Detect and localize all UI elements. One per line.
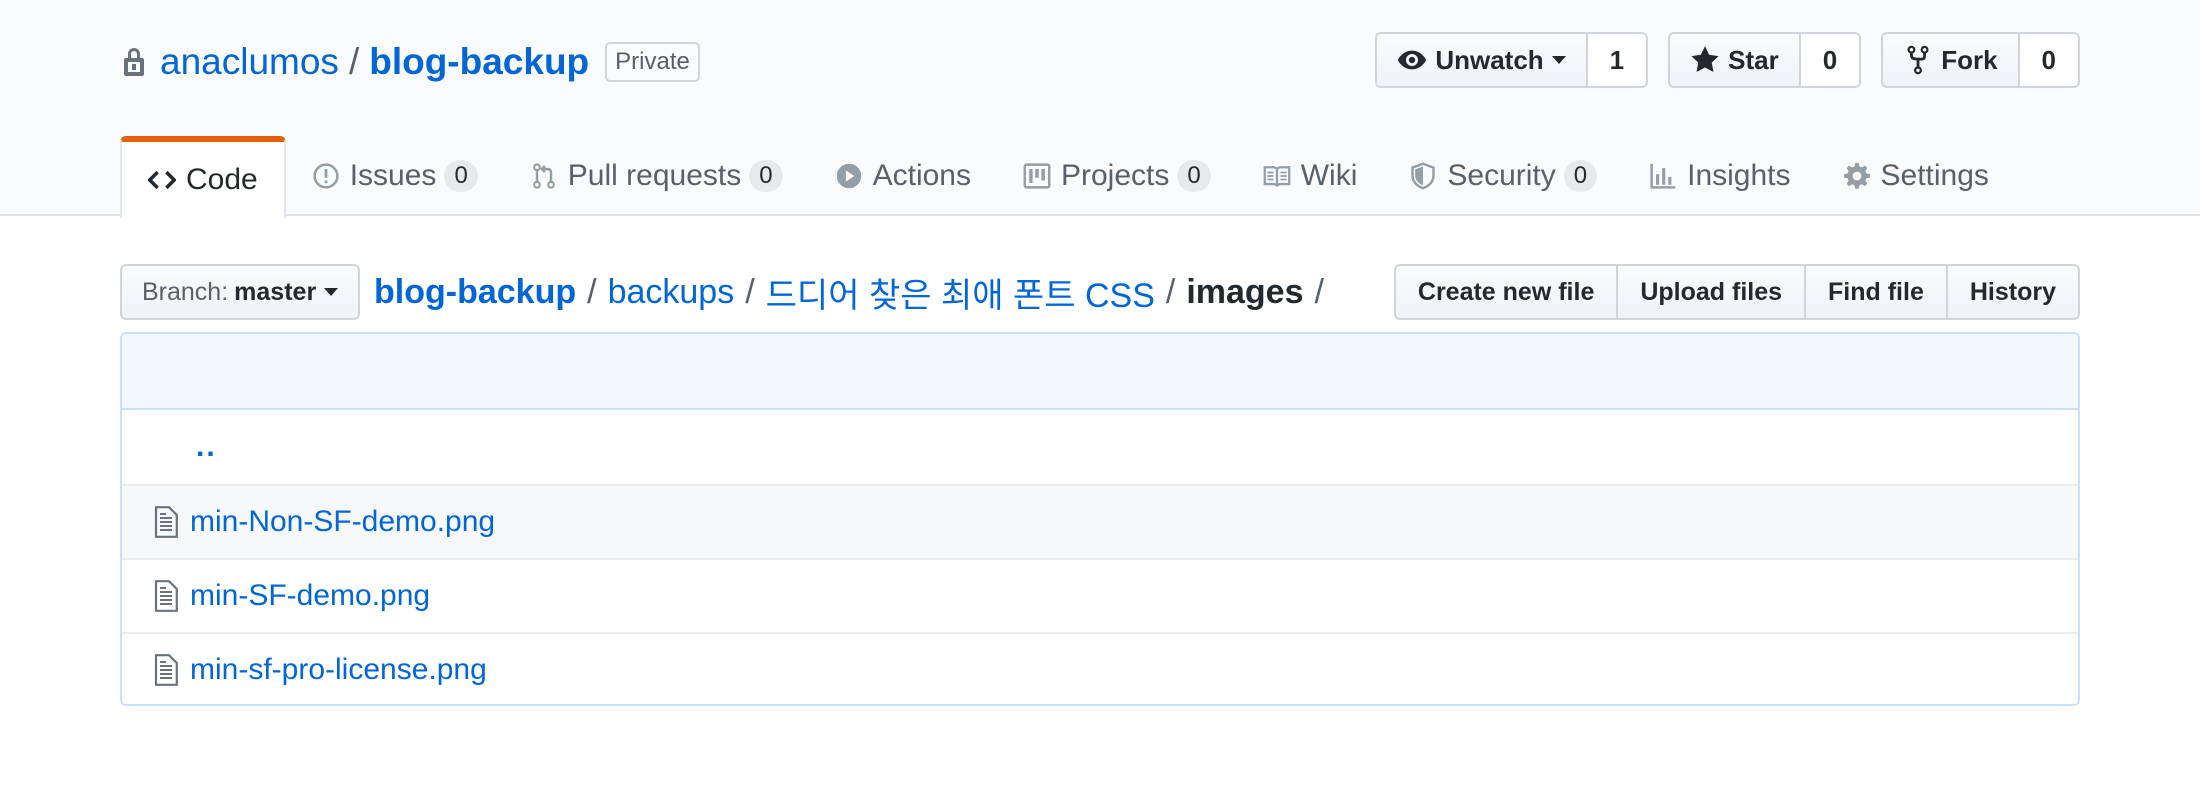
file-icon — [154, 580, 178, 612]
tab-code[interactable]: Code — [120, 136, 286, 218]
play-icon — [836, 163, 861, 189]
fork-icon — [1907, 45, 1929, 75]
branch-prefix: Branch: — [142, 277, 229, 306]
file-navigation: Branch: master blog-backup / backups / 드… — [120, 264, 2080, 320]
table-row[interactable]: min-Non-SF-demo.png — [122, 484, 2078, 558]
book-icon — [1263, 166, 1291, 187]
file-link[interactable]: min-Non-SF-demo.png — [190, 505, 495, 539]
files-table: .. min-Non-SF-demo.png min-SF-demo.png m… — [122, 410, 2078, 704]
file-icon — [154, 654, 178, 686]
tab-pull-requests-label: Pull requests — [567, 159, 742, 192]
fork-label: Fork — [1941, 44, 1998, 75]
tab-settings-label: Settings — [1880, 159, 1989, 192]
breadcrumb-link-backups[interactable]: backups — [608, 273, 735, 312]
fork-button[interactable]: Fork — [1881, 32, 2020, 88]
star-button[interactable]: Star — [1668, 32, 1801, 88]
chevron-down-icon — [1551, 56, 1566, 64]
unwatch-label: Unwatch — [1435, 44, 1544, 75]
parent-directory-link[interactable]: .. — [196, 430, 217, 464]
branch-select-button[interactable]: Branch: master — [120, 264, 361, 320]
tab-wiki-label: Wiki — [1300, 159, 1358, 192]
breadcrumb-root-link[interactable]: blog-backup — [374, 273, 576, 312]
pull-requests-counter: 0 — [749, 160, 783, 192]
pull-request-icon — [532, 163, 555, 189]
repo-owner-link[interactable]: anaclumos — [160, 41, 339, 83]
history-button[interactable]: History — [1947, 264, 2080, 320]
star-label: Star — [1728, 44, 1779, 75]
breadcrumb-link-font-css[interactable]: 드디어 찾은 최애 폰트 CSS — [766, 268, 1155, 317]
repo-actions: Unwatch 1 Star 0 Fork 0 — [1355, 32, 2080, 88]
repo-header: anaclumos / blog-backup Private Unwatch … — [0, 0, 2200, 218]
file-actions: Create new file Upload files Find file H… — [1393, 264, 2080, 320]
tab-security[interactable]: Security 0 — [1383, 136, 1623, 216]
file-link[interactable]: min-SF-demo.png — [190, 579, 430, 613]
find-file-button[interactable]: Find file — [1806, 264, 1948, 320]
tab-insights-label: Insights — [1687, 159, 1791, 192]
project-icon — [1023, 163, 1051, 189]
graph-icon — [1650, 163, 1676, 189]
tab-pull-requests[interactable]: Pull requests 0 — [504, 136, 809, 216]
breadcrumb-separator: / — [1165, 272, 1176, 311]
tab-insights[interactable]: Insights — [1623, 136, 1816, 216]
forks-count[interactable]: 0 — [2019, 32, 2080, 88]
fork-group: Fork 0 — [1881, 32, 2080, 88]
create-new-file-button[interactable]: Create new file — [1393, 264, 1619, 320]
watchers-count[interactable]: 1 — [1587, 32, 1649, 88]
file-link[interactable]: min-sf-pro-license.png — [190, 653, 487, 687]
chevron-down-icon — [324, 288, 339, 296]
upload-files-button[interactable]: Upload files — [1618, 264, 1807, 320]
issue-icon — [313, 163, 339, 189]
parent-directory-row[interactable]: .. — [122, 410, 2078, 484]
file-icon — [154, 506, 178, 538]
private-badge: Private — [605, 42, 700, 82]
repo-title-separator: / — [348, 41, 360, 82]
tab-security-label: Security — [1447, 159, 1556, 192]
tab-issues-label: Issues — [349, 159, 437, 192]
breadcrumb-separator: / — [1314, 272, 1324, 311]
star-group: Star 0 — [1668, 32, 1862, 88]
watch-group: Unwatch 1 — [1375, 32, 1649, 88]
tab-settings[interactable]: Settings — [1817, 136, 2015, 216]
stargazers-count[interactable]: 0 — [1800, 32, 1862, 88]
tab-projects-label: Projects — [1060, 159, 1170, 192]
branch-name: master — [234, 277, 317, 306]
tab-actions-label: Actions — [872, 159, 971, 192]
tab-projects[interactable]: Projects 0 — [997, 136, 1237, 216]
lock-icon — [124, 48, 144, 76]
table-row[interactable]: min-SF-demo.png — [122, 558, 2078, 632]
breadcrumb-separator: / — [745, 272, 755, 311]
eye-icon — [1398, 50, 1427, 70]
tab-actions[interactable]: Actions — [809, 136, 997, 216]
commit-tease — [122, 334, 2078, 410]
gear-icon — [1843, 162, 1870, 189]
tab-issues[interactable]: Issues 0 — [286, 136, 504, 216]
star-icon — [1691, 46, 1719, 72]
breadcrumb-separator: / — [587, 272, 597, 311]
breadcrumb: blog-backup / backups / 드디어 찾은 최애 폰트 CSS… — [374, 264, 1335, 320]
unwatch-button[interactable]: Unwatch — [1375, 32, 1588, 88]
tab-wiki[interactable]: Wiki — [1237, 136, 1384, 216]
breadcrumb-current: images — [1186, 272, 1304, 311]
shield-icon — [1411, 162, 1436, 190]
repo-name-link[interactable]: blog-backup — [369, 41, 589, 83]
projects-counter: 0 — [1177, 160, 1211, 192]
tab-code-label: Code — [186, 163, 258, 196]
security-counter: 0 — [1563, 160, 1598, 192]
issues-counter: 0 — [444, 160, 478, 192]
repo-title: anaclumos / blog-backup Private — [120, 38, 700, 86]
repo-nav: Code Issues 0 Pull requests 0 Actions Pr… — [120, 136, 2015, 218]
code-icon — [148, 170, 176, 190]
file-list: .. min-Non-SF-demo.png min-SF-demo.png m… — [120, 332, 2080, 706]
table-row[interactable]: min-sf-pro-license.png — [122, 632, 2078, 704]
